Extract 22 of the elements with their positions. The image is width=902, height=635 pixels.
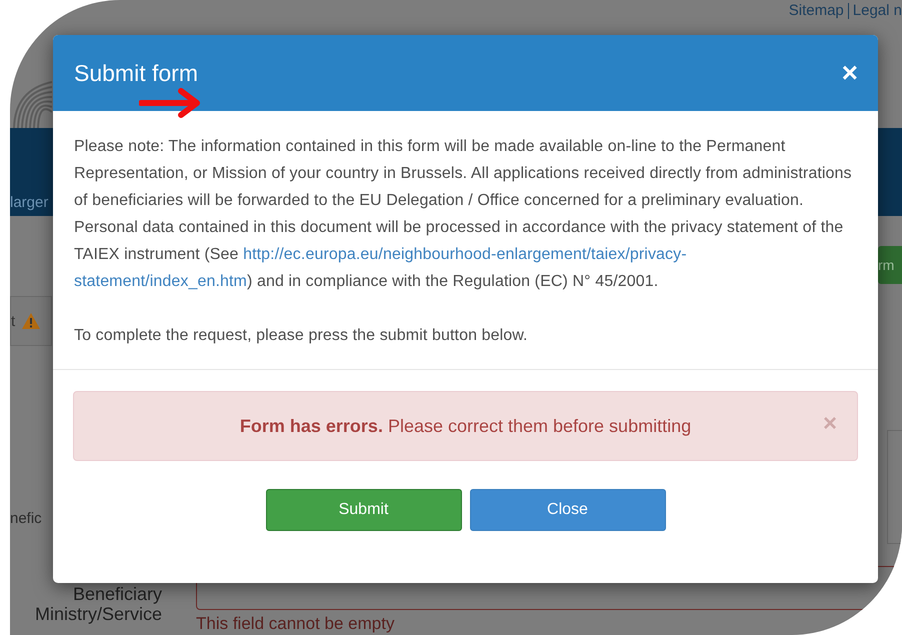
legal-link[interactable]: Legal n bbox=[852, 2, 902, 19]
wave-pattern-drawing bbox=[12, 80, 52, 128]
instruction-text: To complete the request, please press the submit button below. bbox=[74, 326, 529, 346]
input-field[interactable] bbox=[887, 430, 902, 544]
alert-message: Form has errors. Please correct them before submitting bbox=[240, 416, 692, 436]
nav-item[interactable]: larger bbox=[10, 194, 48, 211]
field-label: Beneficiary bbox=[72, 584, 162, 605]
field-label: Ministry/Service bbox=[34, 604, 162, 625]
submit-button[interactable]: Submit bbox=[266, 489, 462, 531]
privacy-link[interactable]: statement/index_en.htm bbox=[74, 273, 247, 290]
action-button[interactable]: rm bbox=[878, 246, 902, 284]
warning-icon bbox=[21, 312, 42, 330]
field-label: nefic bbox=[10, 510, 42, 527]
arrow-icon bbox=[139, 88, 203, 118]
privacy-link[interactable]: http://ec.europa.eu/neighbourhood-enlargement/taiex/privacy- bbox=[243, 246, 687, 263]
sitemap-link[interactable]: Sitemap bbox=[788, 2, 844, 19]
dialog-title: Submit form bbox=[74, 60, 198, 86]
form-tab[interactable]: t bbox=[10, 296, 52, 346]
error-message: This field cannot be empty bbox=[196, 614, 394, 634]
close-button[interactable]: × bbox=[842, 59, 858, 87]
notice-text: Please note: The information contained in this form will be made available on-line to the Permanent Representation, or Mission of your country in Brussels. All applications received directly from administrations of beneficiaries will be forwarded to the EU Delegation / Office concerned for a preliminary evaluation. Personal data contained in this document will be processed in accordance with the privacy statement of the TAIEX instrument (See http://ec.europa.eu/neighbourhood-enlargement/taiex/privacy- statement/index_en.htm) and in compliance with the Regulation (EC) N° 45/2001. bbox=[74, 137, 853, 292]
close-button[interactable]: Close bbox=[470, 489, 666, 531]
